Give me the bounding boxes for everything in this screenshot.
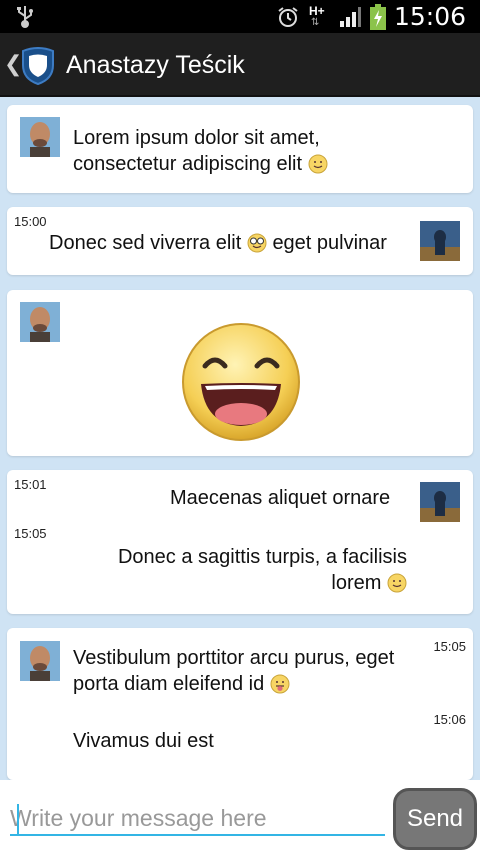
contact-avatar[interactable] (20, 302, 60, 342)
network-type-indicator: H+ ⇅ (308, 3, 325, 28)
message-text: eget pulvinar (272, 232, 387, 254)
laughing-emoji-icon (182, 323, 300, 441)
battery-charging-icon (369, 3, 386, 30)
timestamp: 15:05 (14, 526, 47, 541)
message-text: porta diam eleifend id (73, 673, 265, 695)
timestamp: 15:00 (14, 214, 47, 229)
send-button[interactable]: Send (393, 788, 477, 850)
alarm-icon (278, 6, 298, 27)
back-chevron-icon[interactable]: ❮ (4, 51, 22, 77)
usb-icon (17, 6, 33, 28)
message-bubble[interactable]: Lorem ipsum dolor sit amet, consectetur … (7, 105, 473, 193)
conversation-title: Anastazy Teścik (66, 51, 245, 79)
status-bar: H+ ⇅ 15:06 (0, 0, 480, 33)
contact-avatar[interactable] (20, 641, 60, 681)
message-text: Vestibulum porttitor arcu purus, eget (73, 647, 395, 669)
message-bubble[interactable] (7, 290, 473, 456)
message-bubble[interactable]: 15:05 Vestibulum porttitor arcu purus, e… (7, 628, 473, 780)
smile-emoji-icon (387, 573, 407, 593)
message-text: consectetur adipiscing elit (73, 153, 303, 175)
clock: 15:06 (393, 2, 466, 31)
action-bar: ❮ Anastazy Teścik (0, 33, 480, 97)
message-bubble[interactable]: 15:01 Maecenas aliquet ornare 15:05 Done… (7, 470, 473, 614)
message-bubble[interactable]: 15:00 Donec sed viverra elit eget pulvin… (7, 207, 473, 275)
message-composer: Send (0, 780, 480, 854)
message-text: Donec a sagittis turpis, a facilisis (117, 546, 407, 568)
message-text: Lorem ipsum dolor sit amet, (73, 127, 320, 149)
timestamp: 15:01 (14, 477, 47, 492)
timestamp: 15:05 (433, 639, 466, 654)
nerd-emoji-icon (247, 233, 267, 253)
message-input[interactable] (10, 802, 385, 836)
chat-list[interactable]: Lorem ipsum dolor sit amet, consectetur … (0, 97, 480, 780)
shield-logo-icon[interactable] (21, 47, 55, 85)
contact-avatar[interactable] (20, 117, 60, 157)
text-cursor (17, 804, 19, 834)
message-text: Maecenas aliquet ornare (170, 487, 391, 509)
my-avatar[interactable] (420, 482, 460, 522)
smile-emoji-icon (308, 154, 328, 174)
signal-icon (339, 6, 361, 27)
message-text: lorem (331, 572, 382, 594)
my-avatar[interactable] (420, 221, 460, 261)
message-text: Donec sed viverra elit (49, 232, 242, 254)
timestamp: 15:06 (433, 712, 466, 727)
tongue-emoji-icon (270, 674, 290, 694)
message-text: Vivamus dui est (73, 730, 214, 752)
